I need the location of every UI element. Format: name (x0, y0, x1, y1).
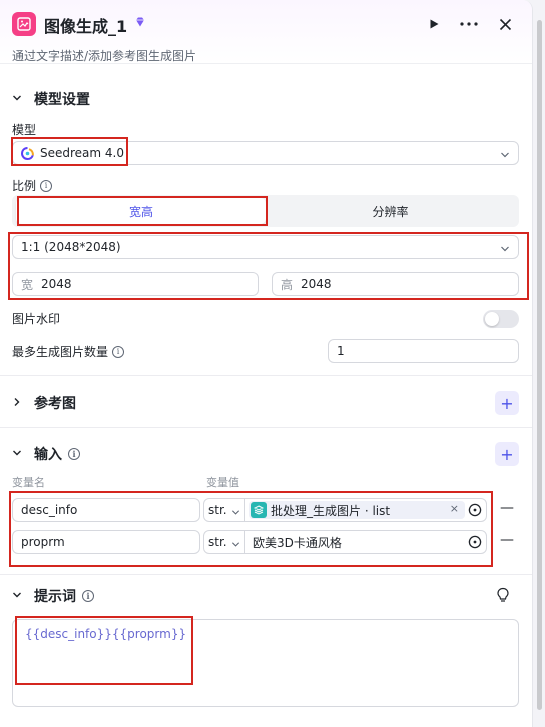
width-value: 2048 (41, 277, 72, 291)
prompt-content: {{desc_info}}{{proprm}} (25, 627, 187, 641)
type-select[interactable]: str. (203, 530, 245, 554)
model-label: 模型 (12, 121, 36, 138)
column-header-name: 变量名 (12, 476, 45, 489)
tab-resolution[interactable]: 分辨率 (266, 198, 515, 224)
input-name-field[interactable]: proprm (12, 530, 200, 554)
chevron-down-icon (12, 588, 26, 604)
reference-title: 参考图 (34, 396, 76, 412)
variable-picker-icon[interactable] (468, 503, 482, 520)
width-prefix: 宽 (21, 277, 34, 292)
reference-value: 批处理_生成图片 · list (271, 503, 391, 518)
divider (0, 427, 532, 428)
model-label-text: 模型 (12, 123, 37, 137)
inputs-title: 输入 (34, 447, 62, 463)
width-input[interactable]: 宽 2048 (12, 272, 259, 296)
ratio-select[interactable]: 1:1 (2048*2048) (12, 235, 519, 259)
batch-node-icon (251, 502, 267, 518)
reference-header[interactable]: 参考图 (12, 393, 76, 413)
seedream-logo-icon (21, 146, 34, 160)
height-input[interactable]: 高 2048 (272, 272, 519, 296)
chevron-down-icon (500, 243, 510, 257)
model-settings-header[interactable]: 模型设置 (12, 89, 90, 109)
image-node-icon (12, 12, 36, 36)
ratio-label-text: 比例 (12, 179, 37, 193)
chevron-right-icon (12, 395, 26, 411)
type-value: str. (208, 535, 227, 549)
ratio-label: 比例 i (12, 177, 53, 194)
inputs-header[interactable]: 输入 i (12, 444, 80, 464)
max-count-label: 最多生成图片数量 i (12, 343, 125, 360)
chevron-down-icon (231, 538, 240, 552)
ratio-mode-tabs: 宽高 分辨率 (12, 195, 519, 227)
column-header-value: 变量值 (206, 476, 239, 489)
more-horizontal-icon[interactable] (459, 14, 479, 34)
node-title[interactable]: 图像生成_1 (44, 13, 127, 37)
variable-picker-icon[interactable] (468, 535, 482, 552)
input-value-field[interactable]: 批处理_生成图片 · list × (244, 498, 487, 522)
remove-input-button[interactable]: — (500, 532, 514, 548)
max-count-label-text: 最多生成图片数量 (12, 345, 109, 359)
chevron-down-icon (12, 91, 26, 107)
watermark-label-text: 图片水印 (12, 312, 61, 326)
height-prefix: 高 (281, 277, 294, 292)
divider (0, 375, 532, 376)
input-name-field[interactable]: desc_info (12, 498, 200, 522)
close-icon[interactable] (495, 14, 515, 34)
add-input-button[interactable]: + (495, 442, 519, 466)
panel-header: 图像生成_1 通过文字描述/添加参考图生成图片 (0, 0, 532, 64)
input-value-text: 欧美3D卡通风格 (253, 535, 342, 550)
prompt-title: 提示词 (34, 589, 76, 605)
input-value-field[interactable]: 欧美3D卡通风格 (244, 530, 487, 554)
remove-input-button[interactable]: — (500, 500, 514, 516)
model-value: Seedream 4.0 (40, 146, 124, 160)
lightbulb-icon[interactable] (496, 587, 510, 606)
divider (0, 574, 532, 575)
close-icon[interactable]: × (450, 502, 459, 515)
model-settings-title: 模型设置 (34, 92, 90, 108)
height-value: 2048 (301, 277, 332, 291)
max-count-input[interactable]: 1 (328, 339, 519, 363)
info-icon[interactable]: i (40, 179, 53, 192)
play-icon[interactable] (424, 14, 444, 34)
ratio-value: 1:1 (2048*2048) (21, 240, 121, 254)
chevron-down-icon (500, 149, 510, 163)
watermark-label: 图片水印 (12, 310, 60, 327)
input-name-value: proprm (21, 535, 65, 549)
prompt-header[interactable]: 提示词 i (12, 586, 94, 606)
max-count-value: 1 (337, 344, 345, 358)
node-settings-panel: 图像生成_1 通过文字描述/添加参考图生成图片 模型设置 模型 Seedream… (0, 0, 533, 727)
chevron-down-icon (231, 506, 240, 520)
info-icon[interactable]: i (82, 590, 94, 602)
scrollbar[interactable] (537, 20, 542, 710)
watermark-toggle[interactable] (483, 310, 519, 328)
reference-tag[interactable]: 批处理_生成图片 · list × (249, 501, 465, 519)
node-description: 通过文字描述/添加参考图生成图片 (12, 49, 197, 63)
type-value: str. (208, 503, 227, 517)
info-icon[interactable]: i (68, 448, 80, 460)
prompt-editor[interactable]: {{desc_info}}{{proprm}} (12, 619, 519, 707)
tab-width-height[interactable]: 宽高 (16, 198, 266, 224)
input-name-value: desc_info (21, 503, 78, 517)
chevron-down-icon (12, 446, 26, 462)
info-icon[interactable]: i (112, 345, 125, 358)
toggle-knob (485, 312, 499, 326)
model-select[interactable]: Seedream 4.0 (12, 141, 519, 165)
premium-diamond-icon (134, 16, 146, 31)
add-reference-button[interactable]: + (495, 391, 519, 415)
type-select[interactable]: str. (203, 498, 245, 522)
